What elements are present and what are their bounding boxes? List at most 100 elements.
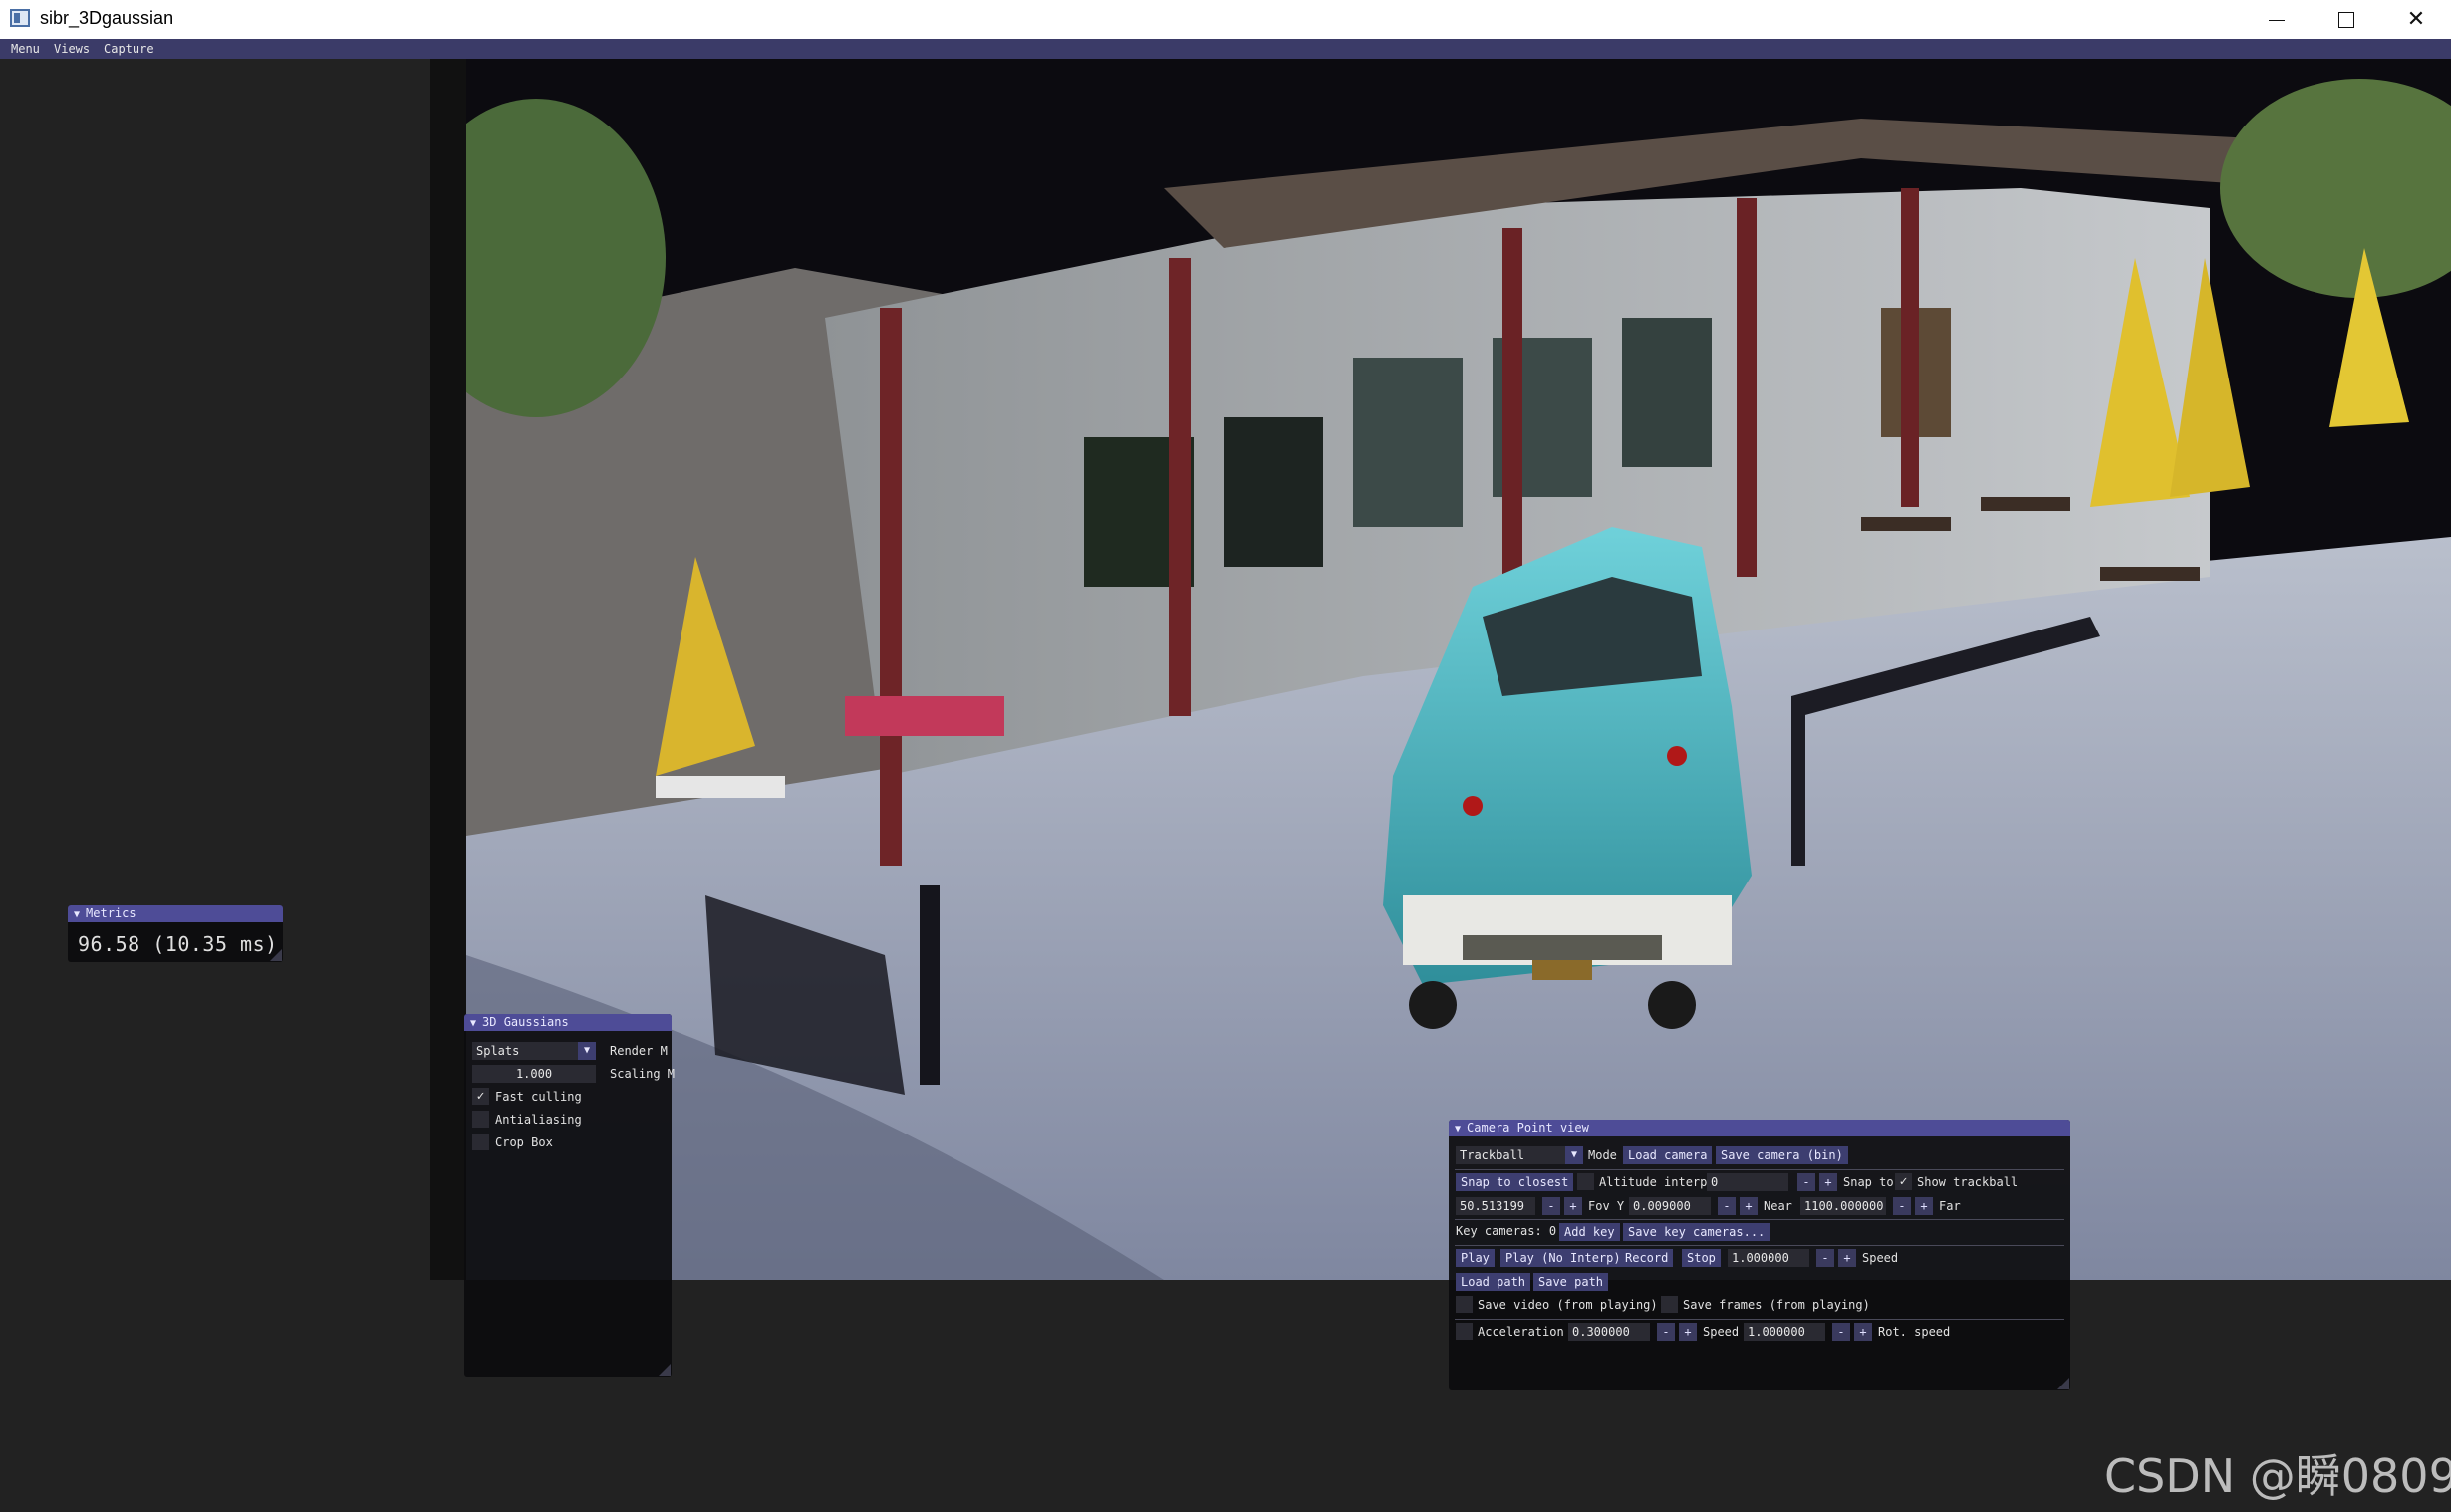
scaling-label: Scaling M bbox=[610, 1067, 676, 1081]
add-key-button[interactable]: Add key bbox=[1559, 1223, 1620, 1241]
maximize-icon bbox=[2338, 11, 2354, 28]
separator bbox=[1455, 1319, 2064, 1320]
near-minus-button[interactable]: - bbox=[1893, 1197, 1911, 1215]
play-no-interp-button[interactable]: Play (No Interp) bbox=[1500, 1249, 1626, 1267]
acceleration-plus-button[interactable]: + bbox=[1679, 1323, 1697, 1341]
altitude-interp-input[interactable]: 0 bbox=[1707, 1173, 1788, 1191]
metrics-title-bar[interactable]: ▼ Metrics bbox=[68, 905, 283, 922]
record-button[interactable]: Record bbox=[1620, 1249, 1674, 1267]
play-speed-label: Speed bbox=[1862, 1251, 1899, 1265]
save-camera-button[interactable]: Save camera (bin) bbox=[1716, 1146, 1848, 1164]
play-speed-plus-button[interactable]: + bbox=[1838, 1249, 1856, 1267]
fov-y-plus-button[interactable]: + bbox=[1740, 1197, 1758, 1215]
rot-speed-label: Rot. speed bbox=[1878, 1325, 1951, 1339]
window-title: sibr_3Dgaussian bbox=[40, 8, 174, 28]
save-frames-label: Save frames (from playing) bbox=[1683, 1298, 1870, 1312]
key-cameras-count: Key cameras: 0 bbox=[1456, 1224, 1557, 1238]
near-label: Near bbox=[1764, 1199, 1792, 1213]
watermark-text: CSDN @瞬0809 bbox=[2104, 1449, 2451, 1503]
window-title-bar: sibr_3Dgaussian ✕ bbox=[0, 0, 2451, 39]
acceleration-label: Acceleration bbox=[1478, 1325, 1564, 1339]
antialiasing-label: Antialiasing bbox=[495, 1113, 582, 1127]
camera-title-bar[interactable]: ▼ Camera Point view bbox=[1449, 1120, 2070, 1136]
minimize-icon bbox=[2269, 20, 2285, 21]
save-video-label: Save video (from playing) bbox=[1478, 1298, 1658, 1312]
crop-box-label: Crop Box bbox=[495, 1135, 553, 1149]
load-camera-button[interactable]: Load camera bbox=[1623, 1146, 1713, 1164]
collapse-arrow-icon[interactable]: ▼ bbox=[74, 909, 80, 920]
antialiasing-checkbox[interactable] bbox=[472, 1111, 489, 1128]
resize-grip-icon[interactable] bbox=[2057, 1378, 2069, 1389]
collapse-arrow-icon[interactable]: ▼ bbox=[1455, 1124, 1461, 1134]
metrics-title: Metrics bbox=[86, 906, 136, 920]
chevron-down-icon: ▼ bbox=[578, 1042, 596, 1060]
close-button[interactable]: ✕ bbox=[2381, 0, 2451, 39]
move-speed-minus-button[interactable]: - bbox=[1832, 1323, 1850, 1341]
rendered-scene-image bbox=[466, 59, 2451, 1280]
fps-readout: 96.58 (10.35 ms) bbox=[78, 932, 278, 956]
near-input[interactable]: 1100.000000 bbox=[1800, 1197, 1886, 1215]
fov-x-plus-button[interactable]: + bbox=[1564, 1197, 1582, 1215]
metrics-window[interactable]: ▼ Metrics 96.58 (10.35 ms) bbox=[68, 905, 283, 962]
fov-y-input[interactable]: 0.009000 bbox=[1629, 1197, 1711, 1215]
chevron-down-icon: ▼ bbox=[1565, 1146, 1583, 1164]
collapse-arrow-icon[interactable]: ▼ bbox=[470, 1018, 476, 1029]
resize-grip-icon[interactable] bbox=[659, 1364, 671, 1376]
camera-mode-label: Mode bbox=[1588, 1148, 1617, 1162]
camera-title: Camera Point view bbox=[1467, 1121, 1589, 1134]
fov-x-minus-button[interactable]: - bbox=[1542, 1197, 1560, 1215]
camera-window[interactable]: ▼ Camera Point view Trackball ▼ Mode Load… bbox=[1449, 1120, 2070, 1390]
separator bbox=[1455, 1245, 2064, 1246]
gaussian-render-view[interactable] bbox=[466, 59, 2451, 1280]
altitude-interp-minus-button[interactable]: - bbox=[1797, 1173, 1815, 1191]
show-trackball-checkbox[interactable]: ✓ bbox=[1895, 1173, 1912, 1190]
move-speed-label: Speed bbox=[1703, 1325, 1740, 1339]
play-speed-input[interactable]: 1.000000 bbox=[1728, 1249, 1809, 1267]
camera-mode-combo[interactable]: Trackball ▼ bbox=[1456, 1146, 1583, 1164]
load-path-button[interactable]: Load path bbox=[1456, 1273, 1531, 1291]
fast-culling-checkbox[interactable]: ✓ bbox=[472, 1088, 489, 1105]
app-icon bbox=[10, 9, 30, 27]
menu-item-menu[interactable]: Menu bbox=[11, 42, 40, 56]
separator bbox=[1455, 1169, 2064, 1170]
save-key-cameras-button[interactable]: Save key cameras... bbox=[1623, 1223, 1770, 1241]
close-icon: ✕ bbox=[2406, 7, 2426, 32]
show-trackball-label: Show trackball bbox=[1917, 1175, 2019, 1189]
play-speed-minus-button[interactable]: - bbox=[1816, 1249, 1834, 1267]
main-menu-bar: Menu Views Capture bbox=[0, 39, 2451, 59]
render-mode-value: Splats bbox=[476, 1044, 520, 1058]
move-speed-input[interactable]: 1.000000 bbox=[1744, 1323, 1825, 1341]
fov-y-minus-button[interactable]: - bbox=[1718, 1197, 1736, 1215]
menu-item-views[interactable]: Views bbox=[54, 42, 90, 56]
fov-y-label: Fov Y bbox=[1588, 1199, 1625, 1213]
acceleration-input[interactable]: 0.300000 bbox=[1568, 1323, 1650, 1341]
crop-box-checkbox[interactable] bbox=[472, 1134, 489, 1150]
far-label: Far bbox=[1939, 1199, 1961, 1213]
near-plus-button[interactable]: + bbox=[1915, 1197, 1933, 1215]
gaussians-title-bar[interactable]: ▼ 3D Gaussians bbox=[464, 1014, 672, 1031]
fast-culling-label: Fast culling bbox=[495, 1090, 582, 1104]
snap-to-label: Snap to bbox=[1843, 1175, 1894, 1189]
gaussians-window[interactable]: ▼ 3D Gaussians Splats ▼ Render M 1.000 Sc… bbox=[464, 1014, 676, 1377]
gaussians-title: 3D Gaussians bbox=[482, 1015, 569, 1029]
acceleration-checkbox[interactable] bbox=[1456, 1323, 1473, 1340]
stop-button[interactable]: Stop bbox=[1682, 1249, 1721, 1267]
snap-to-closest-button[interactable]: Snap to closest bbox=[1456, 1173, 1574, 1191]
minimize-button[interactable] bbox=[2242, 0, 2312, 39]
fov-x-input[interactable]: 50.513199 bbox=[1456, 1197, 1535, 1215]
altitude-interp-plus-button[interactable]: + bbox=[1819, 1173, 1837, 1191]
save-path-button[interactable]: Save path bbox=[1533, 1273, 1609, 1291]
altitude-interp-checkbox[interactable] bbox=[1577, 1173, 1594, 1190]
separator bbox=[1455, 1219, 2064, 1220]
maximize-button[interactable] bbox=[2312, 0, 2381, 39]
acceleration-minus-button[interactable]: - bbox=[1657, 1323, 1675, 1341]
render-mode-combo[interactable]: Splats ▼ bbox=[472, 1042, 596, 1060]
scaling-slider[interactable]: 1.000 bbox=[472, 1065, 596, 1083]
save-frames-checkbox[interactable] bbox=[1661, 1296, 1678, 1313]
resize-grip-icon[interactable] bbox=[270, 949, 282, 961]
save-video-checkbox[interactable] bbox=[1456, 1296, 1473, 1313]
play-button[interactable]: Play bbox=[1456, 1249, 1495, 1267]
move-speed-plus-button[interactable]: + bbox=[1854, 1323, 1872, 1341]
camera-mode-value: Trackball bbox=[1460, 1148, 1525, 1162]
menu-item-capture[interactable]: Capture bbox=[104, 42, 154, 56]
